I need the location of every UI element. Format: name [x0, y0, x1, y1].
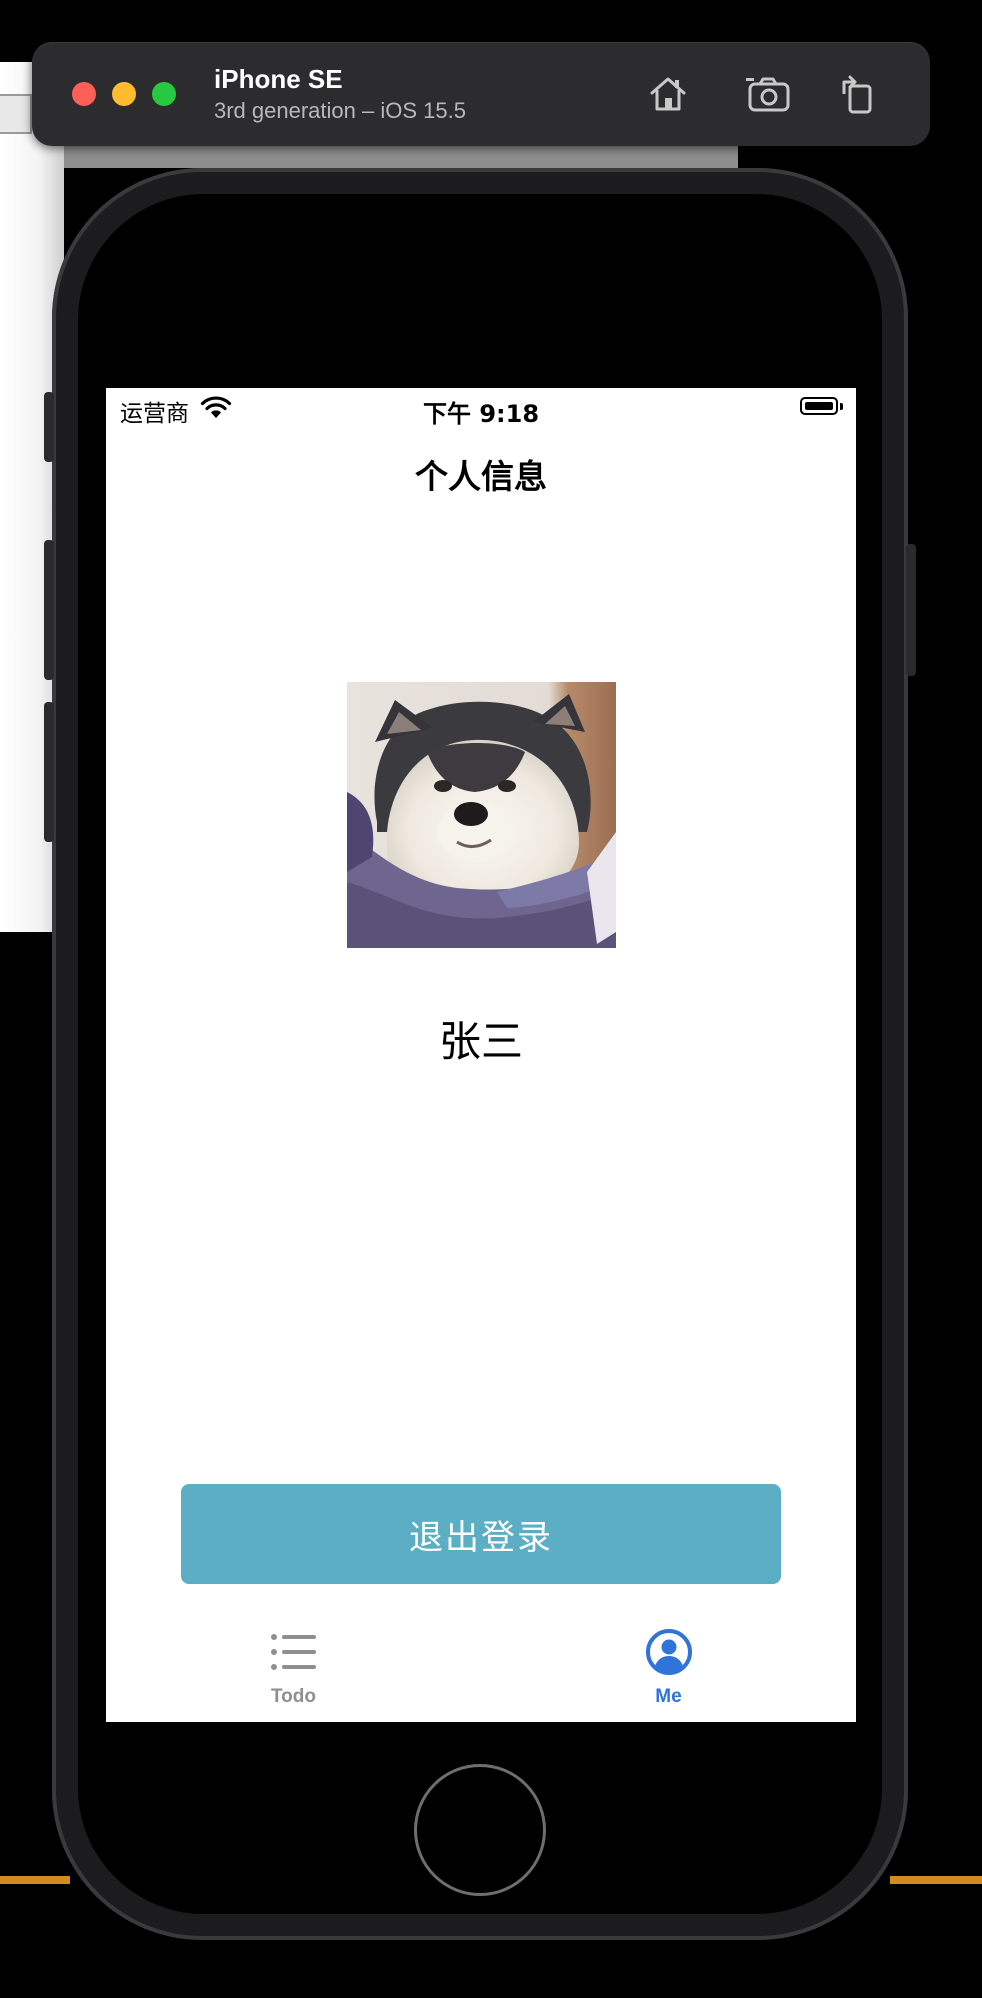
- person-circle-icon: [643, 1628, 695, 1676]
- minimize-window-button[interactable]: [112, 82, 136, 106]
- home-icon[interactable]: [642, 68, 694, 120]
- app-screen: 运营商 下午 9:18 个人信息 张三 退出登录 Todo Me: [106, 388, 856, 1722]
- status-time: 下午 9:18: [422, 400, 540, 428]
- volume-down-button: [44, 702, 54, 842]
- background-window-toolbar: [64, 146, 738, 168]
- tab-bar: Todo Me: [106, 1620, 856, 1722]
- simulator-title-bar: iPhone SE 3rd generation – iOS 15.5: [32, 42, 930, 146]
- volume-up-button: [44, 540, 54, 680]
- username: 张三: [438, 1017, 523, 1066]
- page-title: 个人信息: [415, 457, 547, 496]
- logout-button[interactable]: 退出登录: [181, 1484, 781, 1584]
- background-window-toolbar-icon: [0, 94, 32, 134]
- background-accent-line: [890, 1876, 982, 1884]
- tab-todo-label: Todo: [270, 1686, 316, 1707]
- background-accent-line: [0, 1876, 70, 1884]
- simulator-device-name: iPhone SE: [214, 64, 343, 94]
- camera-icon[interactable]: [742, 68, 794, 120]
- status-bar: 运营商 下午 9:18: [106, 388, 856, 428]
- device-home-button[interactable]: [414, 1764, 546, 1896]
- rotate-icon[interactable]: [832, 68, 884, 120]
- tab-me-label: Me: [655, 1686, 682, 1707]
- list-icon: [268, 1628, 320, 1676]
- mute-switch: [44, 392, 54, 462]
- tab-todo[interactable]: Todo: [106, 1620, 481, 1722]
- close-window-button[interactable]: [72, 82, 96, 106]
- avatar: [347, 682, 616, 948]
- power-button: [906, 544, 916, 676]
- tab-me[interactable]: Me: [481, 1620, 856, 1722]
- simulator-device-detail: 3rd generation – iOS 15.5: [214, 98, 466, 123]
- battery-icon: [800, 397, 844, 417]
- zoom-window-button[interactable]: [152, 82, 176, 106]
